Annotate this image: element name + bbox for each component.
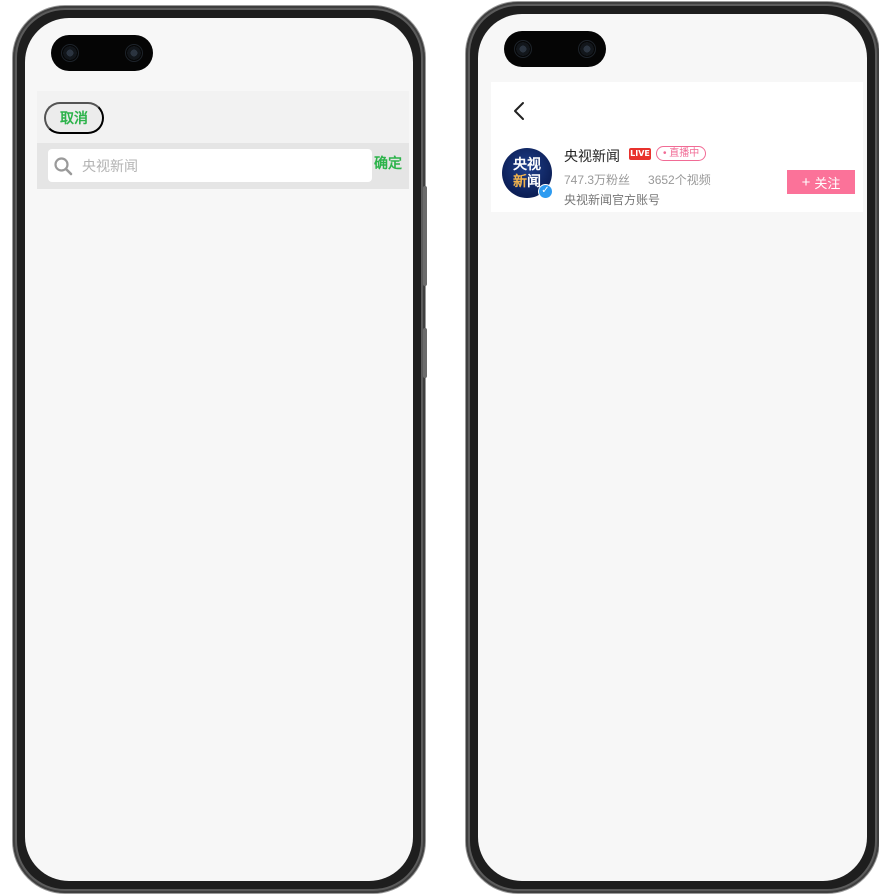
search-input[interactable]	[82, 149, 362, 182]
avatar-text-top: 央视	[513, 156, 541, 172]
follower-count: 747.3万粉丝	[564, 173, 631, 187]
camera-cutout	[504, 31, 606, 67]
search-bar: 确定	[37, 143, 409, 189]
camera-cutout	[51, 35, 153, 71]
camera-lens	[61, 44, 79, 62]
phone-frame-left: 取消 确定	[13, 6, 427, 893]
camera-lens	[514, 40, 532, 58]
channel-description: 央视新闻官方账号	[564, 193, 661, 207]
live-badge: LIVE	[629, 148, 651, 160]
volume-button	[423, 186, 427, 286]
search-icon	[54, 157, 73, 176]
live-status-badge[interactable]: • 直播中	[656, 146, 707, 161]
power-button	[423, 328, 427, 378]
video-count: 3652个视频	[648, 173, 711, 187]
confirm-button[interactable]: 确定	[374, 153, 402, 173]
channel-card[interactable]: 央视 新闻 ✓ 央视新闻 LIVE • 直播中 747.3万粉丝 3652个视频 …	[491, 82, 863, 212]
verified-icon: ✓	[538, 184, 553, 199]
camera-lens	[125, 44, 143, 62]
phone-bezel: 央视 新闻 ✓ 央视新闻 LIVE • 直播中 747.3万粉丝 3652个视频 …	[470, 6, 875, 889]
plus-icon: +	[801, 173, 811, 191]
channel-name[interactable]: 央视新闻	[564, 146, 620, 166]
channel-stats: 747.3万粉丝 3652个视频	[564, 171, 711, 188]
screen-search: 取消 确定	[25, 18, 413, 881]
back-icon[interactable]	[509, 100, 531, 122]
screen-result: 央视 新闻 ✓ 央视新闻 LIVE • 直播中 747.3万粉丝 3652个视频 …	[478, 14, 867, 881]
phone-frame-right: 央视 新闻 ✓ 央视新闻 LIVE • 直播中 747.3万粉丝 3652个视频 …	[466, 2, 879, 893]
phone-bezel: 取消 确定	[17, 10, 421, 889]
camera-lens	[578, 40, 596, 58]
cancel-button[interactable]: 取消	[44, 102, 104, 134]
follow-label: 关注	[814, 175, 841, 191]
follow-button[interactable]: + 关注	[787, 170, 855, 194]
search-box[interactable]	[48, 149, 372, 182]
